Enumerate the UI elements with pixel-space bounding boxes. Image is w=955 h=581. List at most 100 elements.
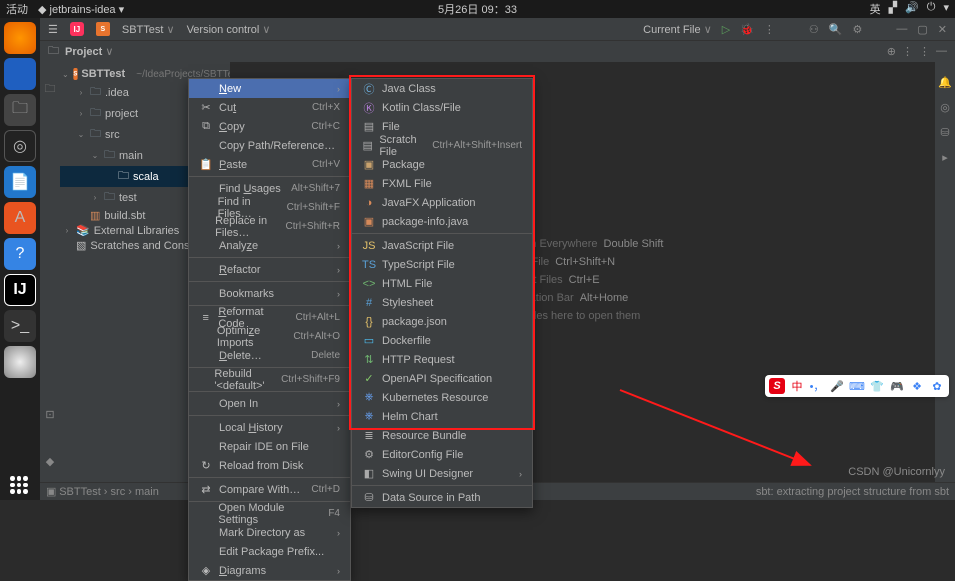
menu-item[interactable]: ⒸJava Class [352,79,532,98]
code-with-me-icon[interactable]: ⚇ [809,23,819,36]
menu-item[interactable]: Bookmarks› [189,284,350,303]
project-name[interactable]: SBTTest ∨ [122,23,175,36]
menu-item[interactable]: New› [189,79,350,98]
power-icon[interactable]: ⏻ [927,1,936,17]
clock[interactable]: 5月26日 09：33 [438,1,517,17]
vcs-widget[interactable]: Version control ∨ [187,23,271,36]
menu-item[interactable]: ⎈Helm Chart [352,407,532,426]
chevron-down-icon[interactable]: ▾ [943,1,949,17]
menu-item[interactable]: {}package.json [352,312,532,331]
tree-scala[interactable]: scala [133,171,159,183]
lang-indicator[interactable]: 英 [870,1,881,17]
menu-item[interactable]: Copy Path/Reference… [189,136,350,155]
project-tool-icon[interactable]: 🗀 [45,80,56,99]
menu-item[interactable]: ⚙EditorConfig File [352,445,532,464]
menu-item[interactable]: Rebuild '<default>'Ctrl+Shift+F9 [189,370,350,389]
context-menu[interactable]: New›✂CutCtrl+X⧉CopyCtrl+CCopy Path/Refer… [188,78,351,581]
menu-item[interactable]: ▣Package [352,155,532,174]
menu-item[interactable]: ▦FXML File [352,174,532,193]
hide-icon[interactable]: — [936,45,947,58]
structure-tool-icon[interactable]: ◆ [46,455,54,468]
app-indicator[interactable]: ◆ jetbrains-idea ▾ [38,3,124,16]
new-submenu[interactable]: ⒸJava ClassⓀKotlin Class/File▤File▤Scrat… [351,78,533,508]
ime-settings-icon[interactable]: ✿ [929,378,945,394]
ime-toolbox-icon[interactable]: ❖ [909,378,925,394]
menu-item[interactable]: 📋PasteCtrl+V [189,155,350,174]
menu-item[interactable]: Repair IDE on File [189,437,350,456]
close-btn[interactable]: ✕ [938,23,947,36]
menu-item[interactable]: Optimize ImportsCtrl+Alt+O [189,327,350,346]
menu-item[interactable]: ⛁Data Source in Path [352,488,532,507]
menu-item[interactable]: ⓀKotlin Class/File [352,98,532,117]
menu-item[interactable]: ▣package-info.java [352,212,532,231]
project-dropdown[interactable]: Project ∨ [65,45,113,58]
status-home-icon[interactable]: ▣ [46,485,56,498]
breadcrumb[interactable]: SBTTest › src › main [59,486,159,498]
search-icon[interactable]: 🔍 [829,23,843,36]
menu-item[interactable]: Mark Directory as› [189,523,350,542]
expand-icon[interactable]: ⋮ [902,45,913,58]
launcher-writer[interactable]: 📄 [4,166,36,198]
menu-item[interactable]: ⧉CopyCtrl+C [189,117,350,136]
menu-item[interactable]: ▤Scratch FileCtrl+Alt+Shift+Insert [352,136,532,155]
tree-main[interactable]: main [119,150,143,162]
ime-game-icon[interactable]: 🎮 [889,378,905,394]
sbt-tool-icon[interactable]: ▸ [942,151,948,164]
activities-label[interactable]: 活动 [0,1,28,17]
show-apps-icon[interactable] [10,476,28,494]
menu-item[interactable]: TSTypeScript File [352,255,532,274]
menu-item[interactable]: Open Module SettingsF4 [189,504,350,523]
volume-icon[interactable]: 🔊 [905,1,919,17]
menu-item[interactable]: <>HTML File [352,274,532,293]
tree-src[interactable]: src [105,129,120,141]
menu-item[interactable]: ◧Swing UI Designer› [352,464,532,483]
menu-item[interactable]: Replace in Files…Ctrl+Shift+R [189,217,350,236]
tree-extlibs[interactable]: External Libraries [94,225,180,237]
menu-item[interactable]: Delete…Delete [189,346,350,365]
ai-icon[interactable]: ◎ [940,101,950,114]
collapse-icon[interactable]: ⋮ [919,45,930,58]
maximize-btn[interactable]: ▢ [917,23,927,36]
menu-item[interactable]: ≣Resource Bundle [352,426,532,445]
tree-test[interactable]: test [119,192,137,204]
menu-item[interactable]: Edit Package Prefix... [189,542,350,561]
menu-item[interactable]: ↻Reload from Disk [189,456,350,475]
menu-item[interactable]: JSJavaScript File [352,236,532,255]
menu-item[interactable]: ◈Diagrams› [189,561,350,580]
menu-item[interactable]: Analyze› [189,236,350,255]
launcher-software[interactable]: A [4,202,36,234]
select-opened-icon[interactable]: ⊕ [887,45,896,58]
launcher-rhythmbox[interactable]: ◎ [4,130,36,162]
ime-voice-icon[interactable]: 🎤 [829,378,845,394]
launcher-firefox[interactable] [4,22,36,54]
tree-idea[interactable]: .idea [105,87,129,99]
menu-item[interactable]: ⇄Compare With…Ctrl+D [189,480,350,499]
network-icon[interactable]: ▞ [889,1,897,17]
run-icon[interactable]: ▷ [722,23,730,36]
ime-keyboard-icon[interactable]: ⌨ [849,378,865,394]
settings-icon[interactable]: ⚙ [853,23,863,36]
ime-skin-icon[interactable]: 👕 [869,378,885,394]
main-menu-icon[interactable]: ☰ [48,23,58,36]
minimize-btn[interactable]: — [896,23,907,35]
launcher-thunderbird[interactable] [4,58,36,90]
menu-item[interactable]: #Stylesheet [352,293,532,312]
launcher-files[interactable]: 🗀 [4,94,36,126]
debug-icon[interactable]: 🐞 [740,23,754,36]
menu-item[interactable]: ⎈Kubernetes Resource [352,388,532,407]
menu-item[interactable]: ✓OpenAPI Specification [352,369,532,388]
tree-project[interactable]: project [105,108,138,120]
menu-item[interactable]: ⇅HTTP Request [352,350,532,369]
launcher-disc[interactable] [4,346,36,378]
menu-item[interactable]: Open In› [189,394,350,413]
tree-build[interactable]: build.sbt [104,210,145,222]
notifications-icon[interactable]: 🔔 [938,76,952,89]
menu-item[interactable]: ▭Dockerfile [352,331,532,350]
tree-root[interactable]: SBTTest [81,68,125,80]
database-icon[interactable]: ⛁ [940,126,949,139]
launcher-help[interactable]: ? [4,238,36,270]
launcher-intellij[interactable]: IJ [4,274,36,306]
menu-item[interactable]: ✂CutCtrl+X [189,98,350,117]
launcher-terminal[interactable]: >_ [4,310,36,342]
menu-item[interactable]: Local History› [189,418,350,437]
